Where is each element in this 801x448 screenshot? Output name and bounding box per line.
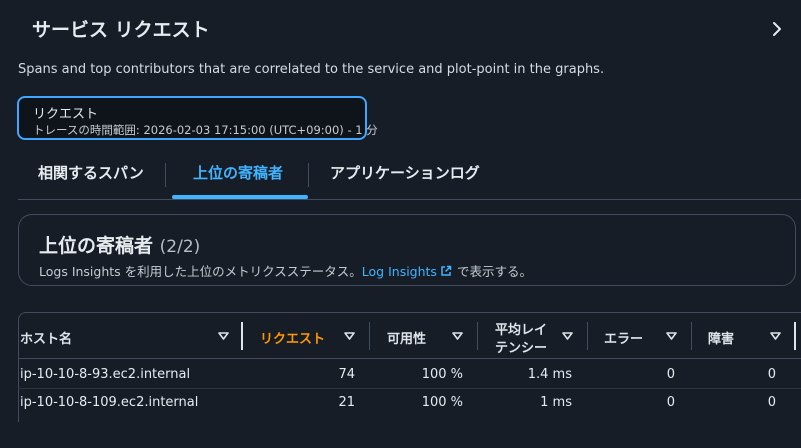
tab-bar: 相関するスパン 上位の寄稿者 アプリケーションログ — [18, 152, 801, 200]
contributors-count: (2/2) — [159, 237, 201, 257]
cell-requests: 21 — [338, 395, 355, 410]
active-tab-indicator — [172, 195, 308, 199]
column-header-faults[interactable]: 障害 — [708, 328, 734, 347]
tab-application-logs[interactable]: アプリケーションログ — [330, 162, 480, 183]
trace-time-range: トレースの時間範囲: 2026-02-03 17:15:00 (UTC+09:0… — [33, 123, 378, 137]
cell-latency: 1 ms — [540, 395, 572, 410]
contributors-title-text: 上位の寄稿者 — [39, 235, 154, 257]
cell-host[interactable]: ip-10-10-8-109.ec2.internal — [20, 395, 198, 410]
cell-errors: 0 — [666, 367, 675, 382]
chevron-right-icon[interactable] — [770, 20, 784, 38]
cell-requests: 74 — [338, 367, 355, 382]
cell-host[interactable]: ip-10-10-8-93.ec2.internal — [20, 367, 190, 382]
external-link-icon[interactable] — [440, 265, 452, 277]
tab-top-contributors[interactable]: 上位の寄稿者 — [193, 162, 283, 183]
column-header-host[interactable]: ホスト名 — [20, 328, 72, 347]
column-resizer[interactable] — [691, 322, 692, 350]
sort-caret-icon[interactable] — [666, 332, 677, 340]
cell-faults: 0 — [767, 395, 776, 410]
tab-divider — [165, 163, 166, 187]
cell-errors: 0 — [666, 395, 675, 410]
tab-correlated-spans[interactable]: 相関するスパン — [38, 162, 144, 183]
contributors-desc-suffix: で表示する。 — [456, 264, 532, 279]
sort-caret-icon[interactable] — [452, 332, 463, 340]
contributors-desc-text: Logs Insights を利用した上位のメトリクスステータス。 — [39, 264, 362, 279]
contributors-description: Logs Insights を利用した上位のメトリクスステータス。Log Ins… — [39, 261, 532, 280]
log-insights-link[interactable]: Log Insights — [362, 264, 437, 279]
row-divider — [18, 388, 801, 389]
column-header-avg-latency-line1[interactable]: 平均レイ — [495, 319, 547, 338]
panel-description: Spans and top contributors that are corr… — [18, 62, 605, 77]
column-resizer[interactable] — [477, 322, 478, 350]
cell-availability: 100 % — [421, 367, 463, 382]
selected-point-card[interactable]: リクエスト トレースの時間範囲: 2026-02-03 17:15:00 (UT… — [17, 96, 378, 140]
column-resizer[interactable] — [369, 322, 370, 350]
sort-caret-icon[interactable] — [562, 332, 573, 340]
tab-divider — [308, 163, 309, 187]
column-resizer[interactable] — [794, 322, 796, 350]
sort-caret-icon[interactable] — [218, 332, 229, 340]
column-header-avg-latency-line2[interactable]: テンシー — [495, 337, 547, 356]
cell-availability: 100 % — [421, 395, 463, 410]
header-divider — [18, 358, 801, 359]
cell-latency: 1.4 ms — [527, 367, 572, 382]
column-header-errors[interactable]: エラー — [604, 328, 643, 347]
top-contributors-card: 上位の寄稿者 (2/2) Logs Insights を利用した上位のメトリクス… — [18, 214, 796, 286]
column-header-requests[interactable]: リクエスト — [260, 328, 325, 347]
panel-title: サービス リクエスト — [32, 19, 210, 41]
column-resizer[interactable] — [241, 322, 243, 350]
column-header-availability[interactable]: 可用性 — [387, 328, 426, 347]
column-resizer[interactable] — [587, 322, 588, 350]
cell-faults: 0 — [767, 367, 776, 382]
selected-metric-label: リクエスト — [33, 107, 99, 122]
sort-caret-icon[interactable] — [344, 332, 355, 340]
sort-caret-icon[interactable] — [770, 332, 781, 340]
contributors-title: 上位の寄稿者 (2/2) — [39, 231, 200, 258]
